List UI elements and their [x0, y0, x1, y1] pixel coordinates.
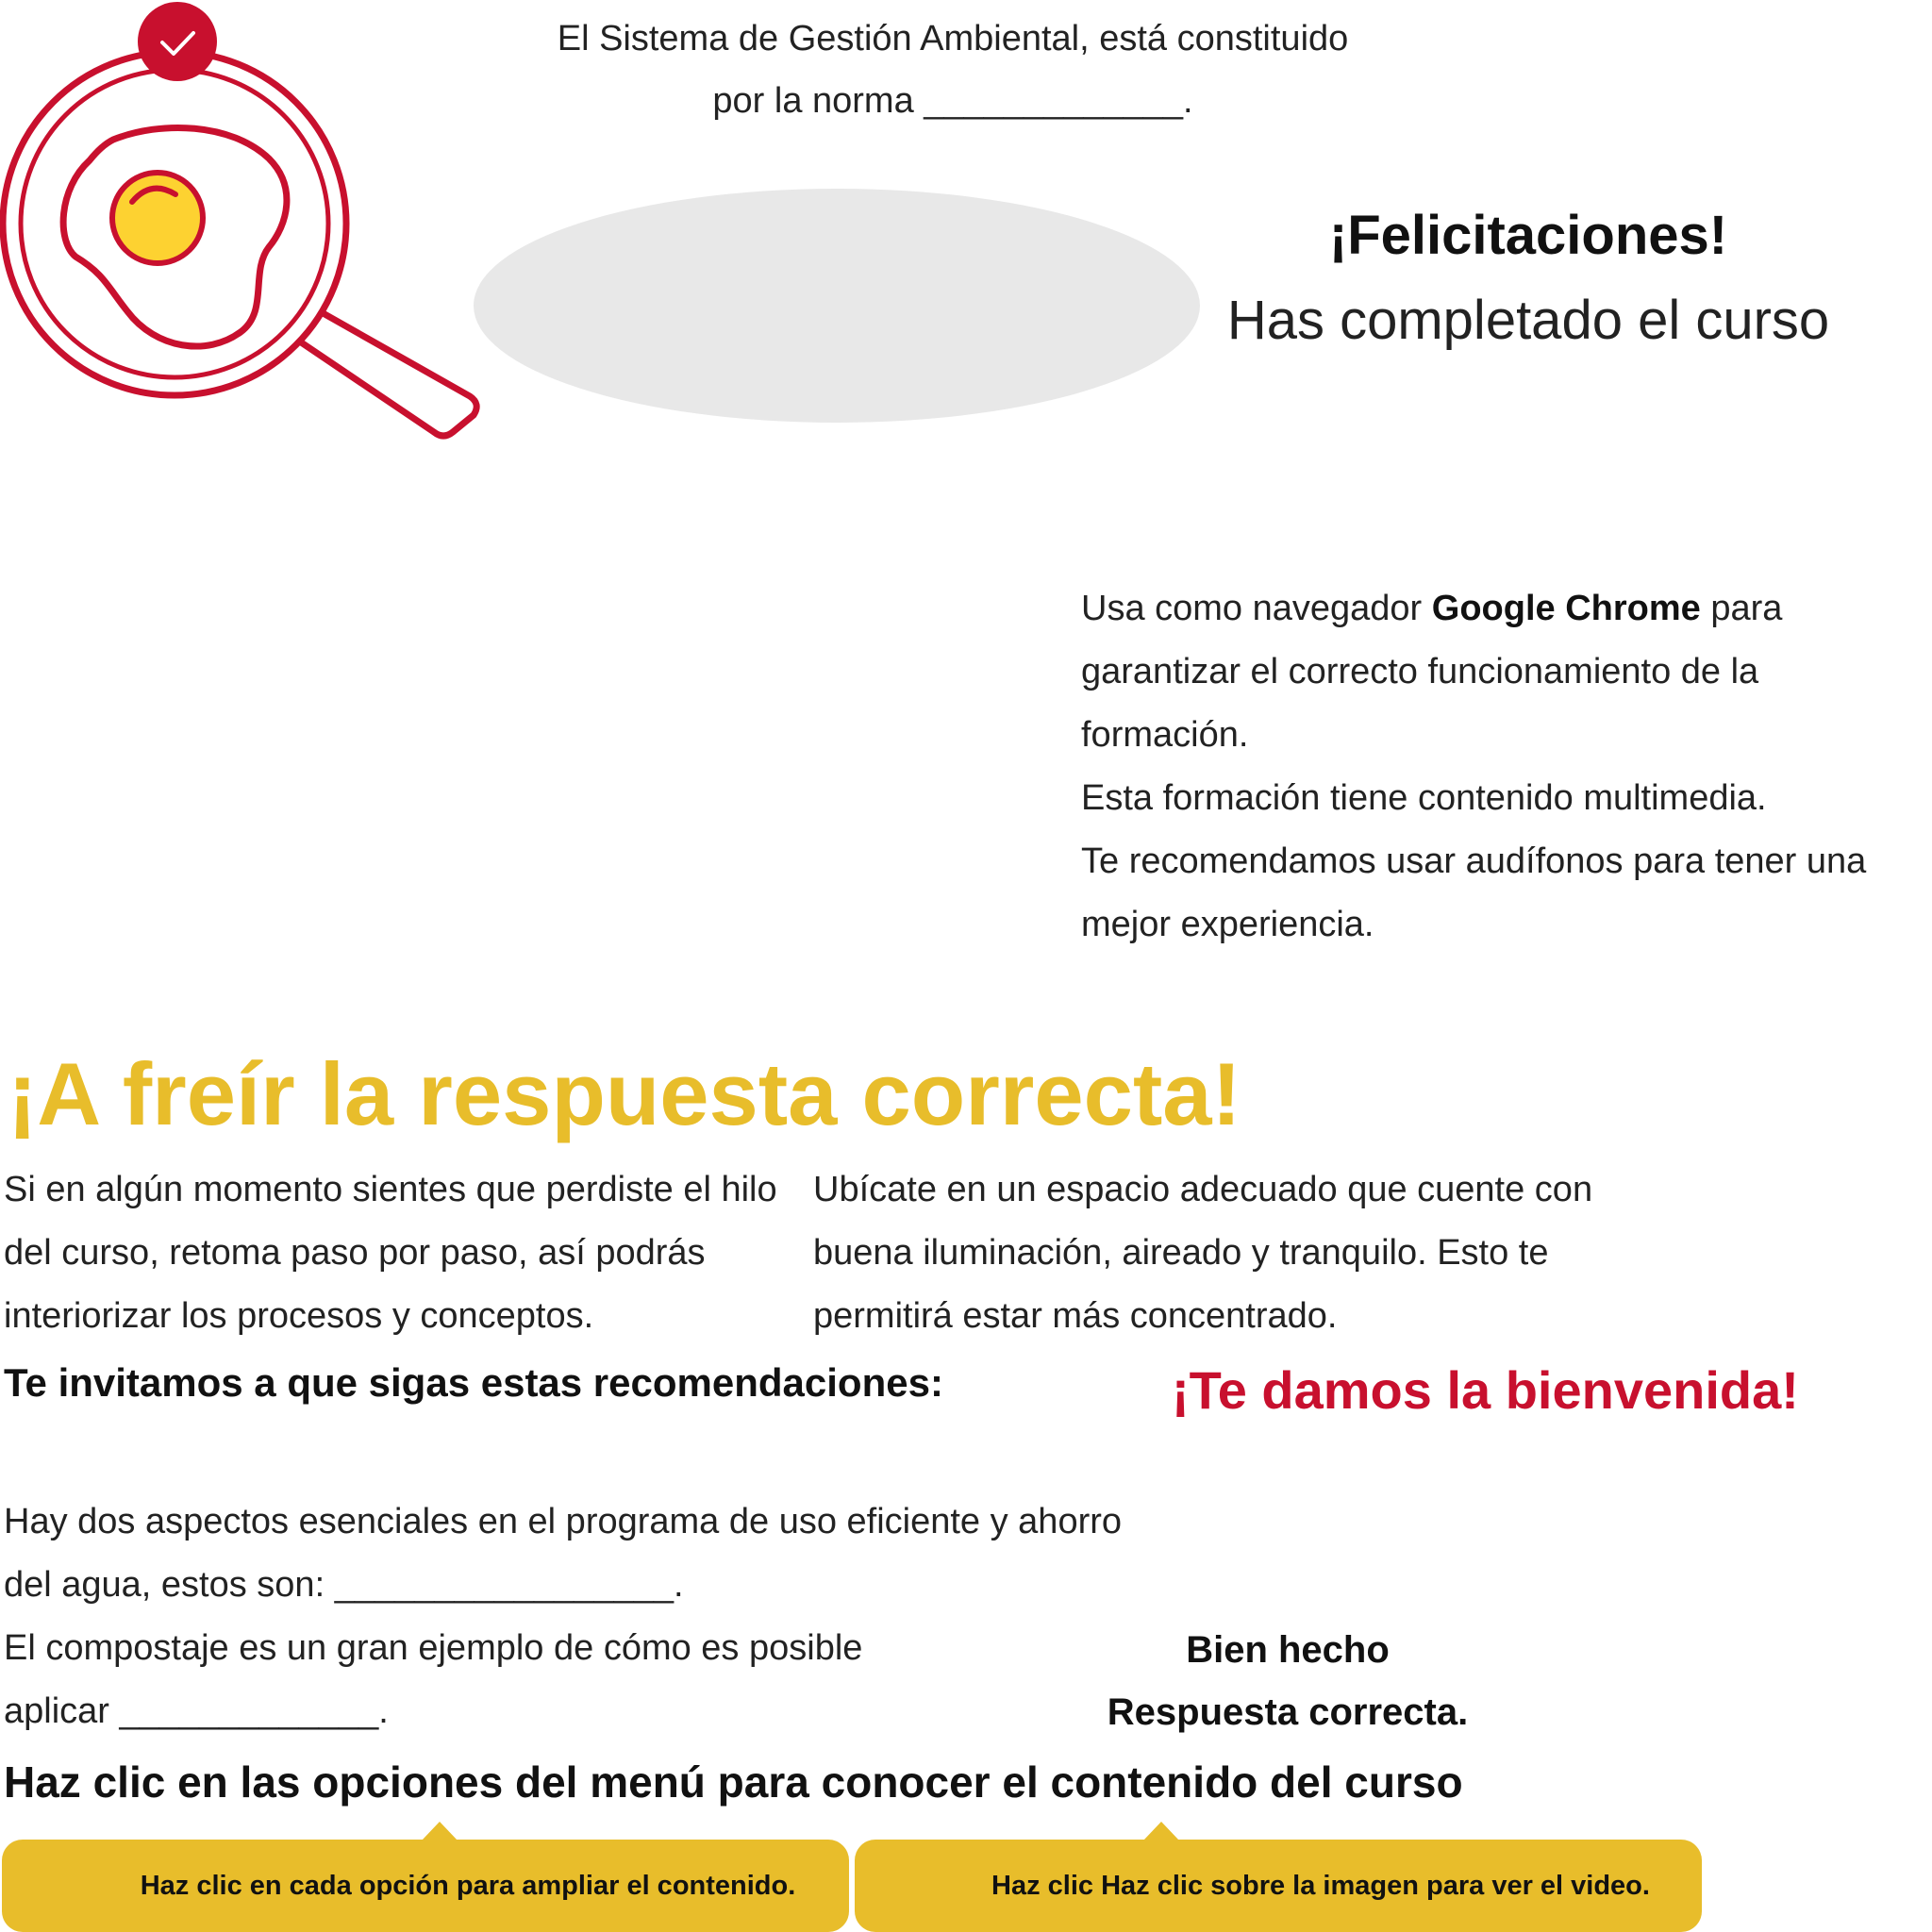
browser-info-line1: Usa como navegador Google Chrome para ga…	[1081, 577, 1911, 767]
browser-info: Usa como navegador Google Chrome para ga…	[1081, 577, 1911, 957]
browser-info-prefix: Usa como navegador	[1081, 589, 1423, 628]
tooltip-watch-video: Haz clic Haz clic sobre la imagen para v…	[855, 1822, 1702, 1932]
question-3-blank[interactable]: _____________	[120, 1691, 379, 1731]
feedback-subtitle: Respuesta correcta.	[1107, 1691, 1469, 1733]
browser-name: Google Chrome	[1431, 589, 1701, 628]
question-3-suffix: .	[378, 1691, 389, 1731]
tip-right: Ubícate en un espacio adecuado que cuent…	[813, 1170, 1593, 1336]
frying-pan-egg-icon[interactable]	[0, 0, 481, 443]
question-1-text: El Sistema de Gestión Ambiental, está co…	[443, 8, 1462, 132]
question-1-blank[interactable]: _____________	[924, 81, 1183, 121]
game-title: ¡A freír la respuesta correcta!	[8, 1044, 1241, 1143]
feedback-message: Bien hecho Respuesta correcta.	[1075, 1619, 1500, 1743]
question-2-blank[interactable]: _________________	[335, 1565, 674, 1605]
tip-left: Si en algún momento sientes que perdiste…	[4, 1170, 777, 1336]
question-1-line1: El Sistema de Gestión Ambiental, está co…	[557, 19, 1349, 58]
tooltip-text: Haz clic Haz clic sobre la imagen para v…	[991, 1870, 1650, 1901]
congrats-subtitle: Has completado el curso	[1226, 290, 1830, 351]
menu-instruction: Haz clic en las opciones del menú para c…	[4, 1757, 1463, 1807]
answer-placeholder-oval[interactable]	[474, 189, 1200, 423]
invite-heading: Te invitamos a que sigas estas recomenda…	[4, 1360, 943, 1405]
tooltip-arrow	[1143, 1822, 1179, 1840]
welcome-heading: ¡Te damos la bienvenida!	[1172, 1360, 1799, 1420]
tooltip-text: Haz clic en cada opción para ampliar el …	[140, 1870, 796, 1901]
question-1-prefix: por la norma	[712, 81, 914, 121]
congrats-title: ¡Felicitaciones!	[1328, 205, 1728, 266]
question-1-suffix: .	[1183, 81, 1193, 121]
tooltip-arrow	[422, 1822, 458, 1840]
question-2-text: Hay dos aspectos esenciales en el progra…	[4, 1491, 1136, 1617]
question-1-line2: por la norma _____________.	[443, 70, 1462, 132]
browser-info-line2: Esta formación tiene contenido multimedi…	[1081, 778, 1767, 818]
tooltip-expand-content: Haz clic en cada opción para ampliar el …	[2, 1822, 849, 1932]
feedback-title: Bien hecho	[1186, 1629, 1390, 1671]
browser-info-line3: Te recomendamos usar audífonos para tene…	[1081, 841, 1867, 944]
question-3-text: El compostaje es un gran ejemplo de cómo…	[4, 1617, 947, 1743]
question-2-suffix: .	[673, 1565, 684, 1605]
